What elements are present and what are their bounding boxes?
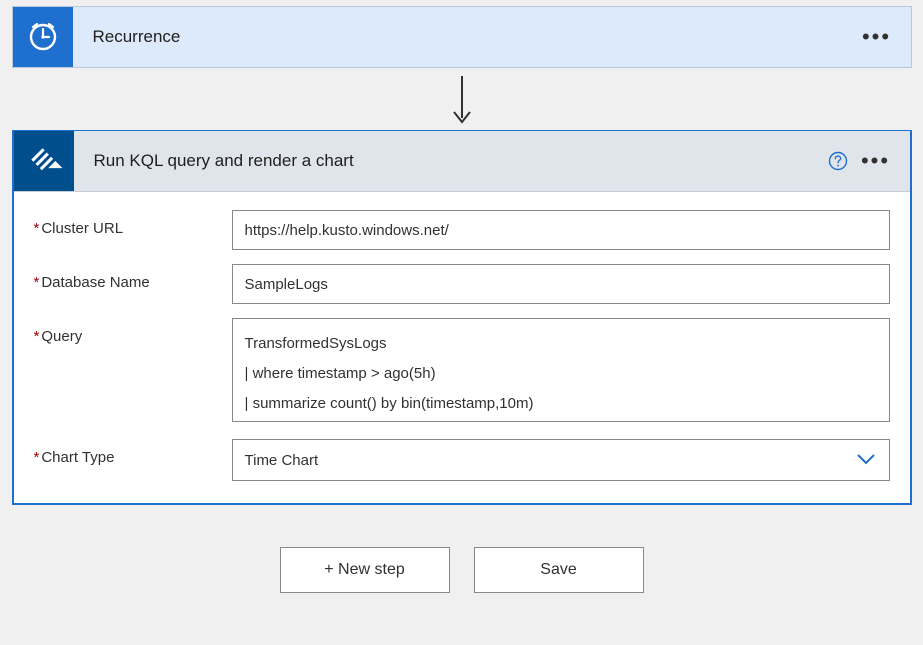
- arrow-down-icon: [450, 74, 474, 126]
- field-label: *Query: [34, 318, 232, 345]
- required-asterisk: *: [34, 274, 40, 291]
- step-title: Run KQL query and render a chart: [74, 151, 826, 171]
- clock-icon: [13, 7, 73, 67]
- step-header[interactable]: Recurrence •••: [13, 7, 911, 67]
- field-label: *Chart Type: [34, 439, 232, 466]
- required-asterisk: *: [34, 220, 40, 237]
- step-body: *Cluster URL *Database Name *Query: [14, 192, 910, 503]
- step-card-recurrence[interactable]: Recurrence •••: [12, 6, 912, 68]
- step-card-kql: Run KQL query and render a chart ••• *Cl…: [12, 130, 912, 505]
- new-step-button[interactable]: + New step: [280, 547, 450, 593]
- more-actions-icon[interactable]: •••: [865, 25, 889, 49]
- field-chart-type: *Chart Type Time Chart: [34, 439, 890, 481]
- help-icon[interactable]: [826, 149, 850, 173]
- required-asterisk: *: [34, 449, 40, 466]
- designer-footer: + New step Save: [6, 505, 917, 593]
- field-database-name: *Database Name: [34, 264, 890, 304]
- step-title: Recurrence: [73, 27, 865, 47]
- chart-type-selected-value: Time Chart: [245, 452, 319, 469]
- field-query: *Query: [34, 318, 890, 425]
- kusto-icon: [14, 131, 74, 191]
- cluster-url-input[interactable]: [232, 210, 890, 250]
- step-header-actions: •••: [865, 25, 911, 49]
- required-asterisk: *: [34, 328, 40, 345]
- database-name-input[interactable]: [232, 264, 890, 304]
- workflow-designer-canvas: Recurrence •••: [6, 6, 917, 593]
- field-label: *Database Name: [34, 264, 232, 291]
- chart-type-select[interactable]: Time Chart: [232, 439, 890, 481]
- connector-arrow: [6, 68, 917, 130]
- more-actions-icon[interactable]: •••: [864, 149, 888, 173]
- field-cluster-url: *Cluster URL: [34, 210, 890, 250]
- step-header[interactable]: Run KQL query and render a chart •••: [14, 131, 910, 192]
- step-header-actions: •••: [826, 149, 910, 173]
- save-button[interactable]: Save: [474, 547, 644, 593]
- field-label: *Cluster URL: [34, 210, 232, 237]
- query-input[interactable]: [232, 318, 890, 422]
